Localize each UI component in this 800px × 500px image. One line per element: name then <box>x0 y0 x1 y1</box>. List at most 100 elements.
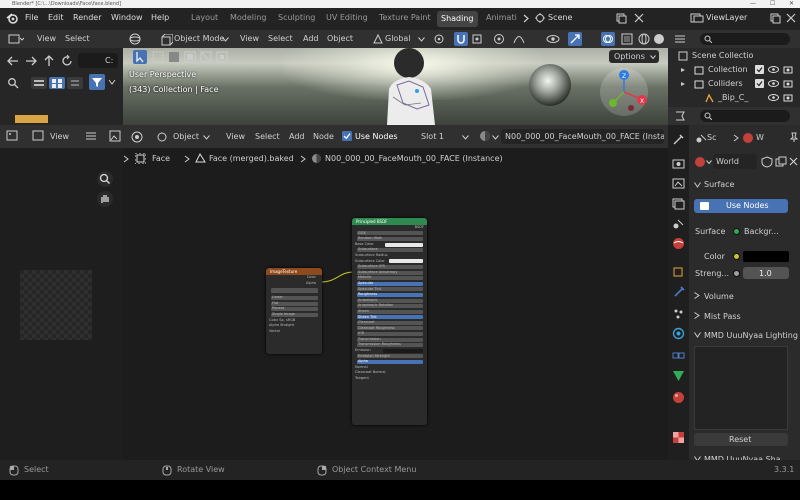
search-icon[interactable] <box>7 77 19 89</box>
tab-modeling[interactable]: Modeling <box>230 13 266 22</box>
outliner-item-colliders[interactable]: Colliders <box>708 79 743 88</box>
unlink-world-icon[interactable] <box>789 157 798 166</box>
refresh-icon[interactable] <box>60 54 74 68</box>
visibility-icon[interactable] <box>768 65 779 74</box>
close-view-layer-icon[interactable] <box>786 13 796 23</box>
maximize-button[interactable]: ☐ <box>770 0 775 8</box>
falloff-icon[interactable] <box>513 34 525 44</box>
copy-view-layer-icon[interactable] <box>769 12 781 24</box>
properties-type-icon[interactable] <box>673 110 687 122</box>
vector-input-row[interactable]: Vector <box>269 329 319 335</box>
material-name-field[interactable]: N00_000_00_FaceMouth_00_FACE (Instance) <box>501 129 664 144</box>
chevron-down-icon[interactable] <box>462 135 469 140</box>
menu-window[interactable]: Window <box>111 13 143 22</box>
tab-uv-editing[interactable]: UV Editing <box>326 13 368 22</box>
mist-pass-panel-header[interactable]: Mist Pass <box>704 312 741 321</box>
back-arrow-icon[interactable] <box>6 55 20 67</box>
bsdf-tangent-row[interactable]: Tangent <box>355 376 424 382</box>
material-tab-icon[interactable] <box>672 391 685 404</box>
properties-search-field[interactable] <box>700 110 790 122</box>
physics-tab-icon[interactable] <box>672 327 685 340</box>
properties-breadcrumb-scene[interactable]: Sc <box>707 133 716 142</box>
wireframe-shading-icon[interactable] <box>638 33 650 45</box>
menu-render[interactable]: Render <box>73 13 101 22</box>
chevron-down-icon[interactable] <box>706 160 712 164</box>
use-nodes-button[interactable]: Use Nodes <box>694 199 788 213</box>
gizmo-toggle-icon[interactable] <box>568 32 582 46</box>
image-selector[interactable] <box>269 286 319 295</box>
surface-panel-header[interactable]: Surface <box>704 180 734 189</box>
select-tool-icon[interactable] <box>133 50 147 64</box>
node-select-menu[interactable]: Select <box>255 132 280 141</box>
tab-shading[interactable]: Shading <box>437 11 478 27</box>
file-browser-select-menu[interactable]: Select <box>65 34 90 43</box>
pan-hand-icon[interactable] <box>96 190 114 208</box>
render-icon[interactable] <box>783 79 793 89</box>
select-intersect-icon[interactable] <box>216 51 228 63</box>
proportional-edit-icon[interactable] <box>493 33 505 45</box>
zoom-icon[interactable] <box>96 170 114 188</box>
mmd-lighting-list[interactable] <box>694 346 788 430</box>
outliner-item-collection[interactable]: Collection <box>708 65 748 74</box>
display-mode-icons[interactable] <box>30 75 86 91</box>
chevron-right-icon[interactable] <box>522 14 531 23</box>
tab-animation[interactable]: Animati <box>486 13 517 22</box>
visibility-icon[interactable] <box>768 93 779 102</box>
chevron-down-icon[interactable] <box>203 135 210 140</box>
tab-texture-paint[interactable]: Texture Paint <box>379 13 431 22</box>
node-node-menu[interactable]: Node <box>313 132 334 141</box>
render-tab-icon[interactable] <box>672 157 685 170</box>
world-browse-icon[interactable] <box>694 156 706 168</box>
select-box-mode-icon[interactable] <box>152 51 164 63</box>
transform-orientation-icon[interactable] <box>372 33 384 45</box>
object-tab-icon[interactable] <box>672 265 685 278</box>
image-texture-node-header[interactable]: ImageTexture <box>266 268 322 275</box>
select-invert-icon[interactable] <box>200 51 212 63</box>
render-icon[interactable] <box>783 93 793 103</box>
node-object-dropdown[interactable]: Object <box>173 132 199 141</box>
world-tab-icon[interactable] <box>672 237 685 250</box>
select-extend-icon[interactable] <box>168 51 180 63</box>
file-browser-view-menu[interactable]: View <box>37 34 56 43</box>
menu-edit[interactable]: Edit <box>48 13 64 22</box>
view-layer-tab-icon[interactable] <box>672 197 685 210</box>
navigation-gizmo[interactable]: Z X <box>597 66 651 118</box>
strength-field[interactable]: 1.0 <box>743 267 789 279</box>
hamburger-menu-icon[interactable] <box>85 131 97 141</box>
node-editor-canvas[interactable]: Face Face (merged).baked N00_000_00_Face… <box>123 148 668 460</box>
panel-collapsed-icon[interactable] <box>694 312 700 319</box>
overlays-icon[interactable] <box>601 32 615 46</box>
breadcrumb-mesh[interactable]: Face (merged).baked <box>209 154 294 163</box>
copy-scene-icon[interactable] <box>615 12 627 24</box>
particles-tab-icon[interactable] <box>672 307 685 320</box>
object-mode-icon[interactable] <box>161 34 173 46</box>
shader-type-icon[interactable] <box>156 131 168 143</box>
image-editor-area[interactable]: View <box>0 125 123 460</box>
viewport-object-menu[interactable]: Object <box>327 34 353 43</box>
menu-file[interactable]: File <box>25 13 38 22</box>
checkbox-checked-icon[interactable] <box>755 65 764 74</box>
chevron-down-icon[interactable] <box>492 135 499 140</box>
principled-bsdf-node[interactable]: Principled BSDF BSDF GGX Random Walk Bas… <box>352 218 427 425</box>
options-button[interactable]: Options <box>609 50 659 63</box>
node-view-menu[interactable]: View <box>226 132 245 141</box>
editor-type-icon[interactable] <box>129 32 145 46</box>
image-editor-mode-icon[interactable] <box>32 129 46 143</box>
use-nodes-checkbox[interactable] <box>342 131 352 141</box>
viewport-select-menu[interactable]: Select <box>268 34 293 43</box>
scene-name[interactable]: Scene <box>548 13 572 22</box>
solid-shading-icon[interactable] <box>653 33 665 45</box>
checkbox-checked-icon[interactable] <box>755 79 764 88</box>
principled-bsdf-header[interactable]: Principled BSDF <box>352 218 427 225</box>
expand-arrow-icon[interactable] <box>680 81 686 87</box>
menu-help[interactable]: Help <box>151 13 169 22</box>
properties-breadcrumb-world[interactable]: W <box>756 133 764 142</box>
object-mode-dropdown[interactable]: Object Mode <box>174 34 224 43</box>
pin-icon[interactable] <box>789 132 799 142</box>
blender-logo-icon[interactable] <box>6 12 19 25</box>
minimize-button[interactable]: — <box>750 0 756 8</box>
node-add-menu[interactable]: Add <box>289 132 305 141</box>
parent-directory-icon[interactable] <box>42 54 56 68</box>
snap-target-icon[interactable] <box>471 33 483 45</box>
image-editor-view-menu[interactable]: View <box>50 132 69 141</box>
